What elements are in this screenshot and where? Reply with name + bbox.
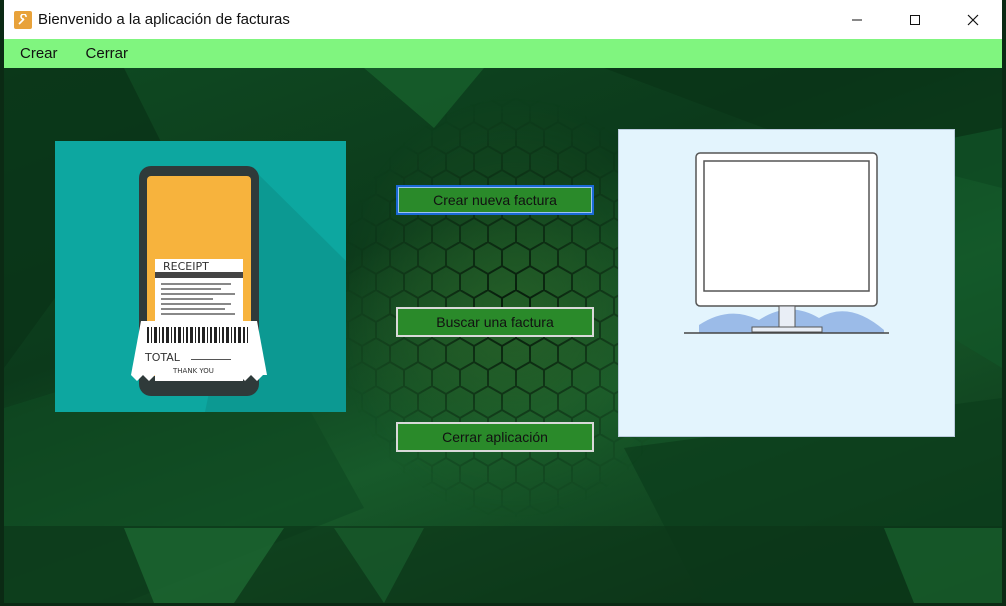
receipt-phone-image: RECEIPT TOTAL THANK YOU [55, 141, 346, 412]
monitor-image [618, 129, 955, 437]
window-title: Bienvenido a la aplicación de facturas [38, 11, 290, 28]
receipt-header: RECEIPT [163, 260, 209, 273]
search-invoice-button[interactable]: Buscar una factura [396, 307, 594, 337]
receipt-thanks: THANK YOU [172, 367, 214, 375]
close-app-button[interactable]: Cerrar aplicación [396, 422, 594, 452]
close-button[interactable] [944, 0, 1002, 39]
app-icon [14, 10, 32, 29]
menu-item-cerrar[interactable]: Cerrar [74, 45, 141, 62]
app-window: Bienvenido a la aplicación de facturas C… [4, 0, 1002, 603]
close-icon [967, 14, 979, 25]
menu-item-crear[interactable]: Crear [8, 45, 70, 62]
maximize-button[interactable] [886, 0, 944, 39]
main-panel: RECEIPT TOTAL THANK YOU Crear nueva fact… [4, 68, 1002, 603]
receipt-total: TOTAL [144, 351, 181, 364]
create-invoice-button[interactable]: Crear nueva factura [396, 185, 594, 215]
title-bar: Bienvenido a la aplicación de facturas [4, 0, 1002, 39]
minimize-button[interactable] [828, 0, 886, 39]
maximize-icon [910, 14, 920, 25]
minimize-icon [852, 19, 862, 20]
menu-bar: Crear Cerrar [4, 39, 1002, 68]
